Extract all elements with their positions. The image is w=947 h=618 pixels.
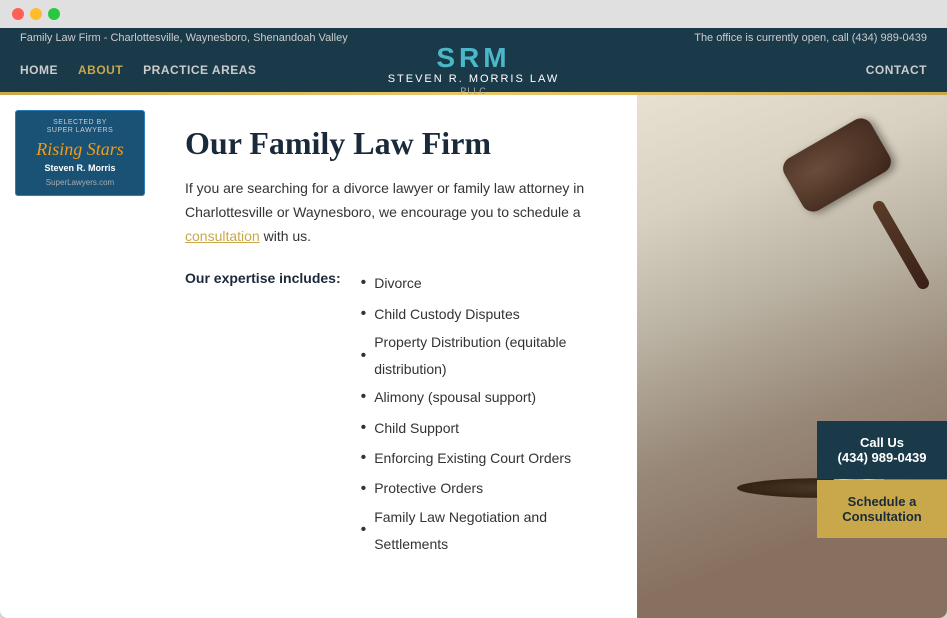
website-content: Family Law Firm - Charlottesville, Wayne… <box>0 28 947 618</box>
nav-bar: HOME ABOUT PRACTICE AREAS SRM STEVEN R. … <box>0 48 947 92</box>
logo-firm-name: STEVEN R. MORRIS LAW <box>388 72 560 86</box>
expertise-section: Our expertise includes: DivorceChild Cus… <box>185 268 607 557</box>
content-area: Our Family Law Firm If you are searching… <box>165 95 637 618</box>
expertise-item-3: Alimony (spousal support) <box>361 382 607 412</box>
call-label: Call Us <box>829 435 935 450</box>
rising-stars-badge: Selected by Super Lawyers Rising Stars S… <box>15 110 145 196</box>
logo-pllc: PLLC <box>388 86 560 96</box>
nav-logo: SRM STEVEN R. MORRIS LAW PLLC <box>388 44 560 96</box>
cta-buttons: Call Us (434) 989-0439 Schedule a Consul… <box>817 421 947 538</box>
expertise-item-2: Property Distribution (equitable distrib… <box>361 329 607 382</box>
nav-home[interactable]: HOME <box>20 63 58 77</box>
call-phone: (434) 989-0439 <box>829 450 935 465</box>
expertise-item-0: Divorce <box>361 268 607 298</box>
close-button[interactable] <box>12 8 24 20</box>
expertise-label: Our expertise includes: <box>185 268 341 557</box>
call-us-button[interactable]: Call Us (434) 989-0439 <box>817 421 947 479</box>
minimize-button[interactable] <box>30 8 42 20</box>
browser-chrome <box>0 0 947 28</box>
office-contact: The office is currently open, call (434)… <box>694 32 927 44</box>
schedule-button[interactable]: Schedule a Consultation <box>817 480 947 538</box>
intro-text: If you are searching for a divorce lawye… <box>185 177 607 248</box>
rising-stars-text: Rising Stars <box>24 139 136 160</box>
expertise-item-6: Protective Orders <box>361 474 607 504</box>
sidebar: Selected by Super Lawyers Rising Stars S… <box>0 95 165 618</box>
badge-site: SuperLawyers.com <box>24 178 136 187</box>
expertise-item-1: Child Custody Disputes <box>361 299 607 329</box>
consultation-link[interactable]: consultation <box>185 228 260 244</box>
nav-contact[interactable]: CONTACT <box>866 63 927 77</box>
expertise-list: DivorceChild Custody DisputesProperty Di… <box>361 268 607 557</box>
nav-right: CONTACT <box>866 61 927 79</box>
badge-header: Selected by Super Lawyers <box>24 119 136 136</box>
expertise-item-4: Child Support <box>361 413 607 443</box>
browser-window: Family Law Firm - Charlottesville, Wayne… <box>0 0 947 618</box>
main-content: Selected by Super Lawyers Rising Stars S… <box>0 95 947 618</box>
logo-letters: SRM <box>388 44 560 72</box>
maximize-button[interactable] <box>48 8 60 20</box>
nav-left: HOME ABOUT PRACTICE AREAS <box>20 63 256 77</box>
badge-name: Steven R. Morris <box>24 163 136 175</box>
page-heading: Our Family Law Firm <box>185 125 607 162</box>
hero-image-area: Call Us (434) 989-0439 Schedule a Consul… <box>637 95 947 618</box>
nav-practice-areas[interactable]: PRACTICE AREAS <box>143 63 256 77</box>
phone-link[interactable]: (434) 989-0439 <box>852 32 927 44</box>
nav-about[interactable]: ABOUT <box>78 63 123 77</box>
expertise-item-7: Family Law Negotiation and Settlements <box>361 504 607 557</box>
expertise-item-5: Enforcing Existing Court Orders <box>361 443 607 473</box>
firm-location: Family Law Firm - Charlottesville, Wayne… <box>20 32 348 44</box>
